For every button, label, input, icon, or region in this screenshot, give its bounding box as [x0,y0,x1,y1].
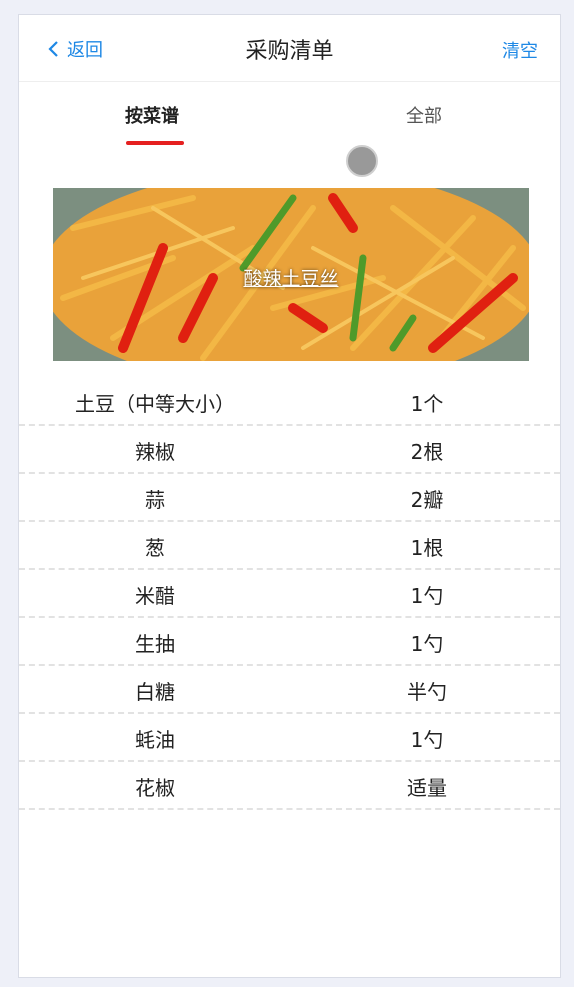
list-item[interactable]: 花椒 适量 [19,762,560,810]
list-item[interactable]: 白糖 半勺 [19,666,560,714]
ingredient-list: 土豆（中等大小） 1个 辣椒 2根 蒜 2瓣 葱 1根 米醋 1勺 生抽 1勺 … [19,378,560,810]
tab-by-recipe[interactable]: 按菜谱 [125,102,179,128]
active-tab-indicator [126,141,184,145]
ingredient-quantity: 1勺 [410,584,444,608]
recipe-title[interactable]: 酸辣土豆丝 [53,264,529,291]
list-item[interactable]: 米醋 1勺 [19,570,560,618]
ingredient-name: 米醋 [135,584,175,608]
tab-bar: 按菜谱 全部 [19,82,560,172]
recipe-image[interactable]: 酸辣土豆丝 [53,188,529,361]
list-item[interactable]: 生抽 1勺 [19,618,560,666]
list-item[interactable]: 蚝油 1勺 [19,714,560,762]
clear-button[interactable]: 清空 [502,37,538,63]
ingredient-quantity: 1个 [410,392,444,416]
ingredient-name: 辣椒 [135,440,175,464]
ingredient-name: 蒜 [145,488,165,512]
ingredient-name: 花椒 [135,776,175,800]
ingredient-name: 生抽 [135,632,175,656]
list-item[interactable]: 土豆（中等大小） 1个 [19,378,560,426]
ingredient-name: 白糖 [135,680,175,704]
ingredient-quantity: 1勺 [410,728,444,752]
tab-all[interactable]: 全部 [406,102,442,128]
list-item[interactable]: 蒜 2瓣 [19,474,560,522]
page-title: 采购清单 [245,39,334,64]
list-item[interactable]: 葱 1根 [19,522,560,570]
app-window: 返回 采购清单 清空 按菜谱 全部 酸辣土豆丝 土豆（中等大小） 1个 辣椒 2… [18,14,561,978]
list-item[interactable]: 辣椒 2根 [19,426,560,474]
ingredient-name: 葱 [145,536,165,560]
navigation-bar: 返回 采购清单 清空 [19,15,560,82]
ingredient-name: 蚝油 [135,728,175,752]
floating-dot[interactable] [346,145,378,177]
ingredient-quantity: 2根 [410,440,444,464]
ingredient-name: 土豆（中等大小） [75,392,235,416]
ingredient-quantity: 2瓣 [410,488,444,512]
ingredient-quantity: 适量 [407,776,447,800]
ingredient-quantity: 1根 [410,536,444,560]
ingredient-quantity: 半勺 [407,680,447,704]
ingredient-quantity: 1勺 [410,632,444,656]
